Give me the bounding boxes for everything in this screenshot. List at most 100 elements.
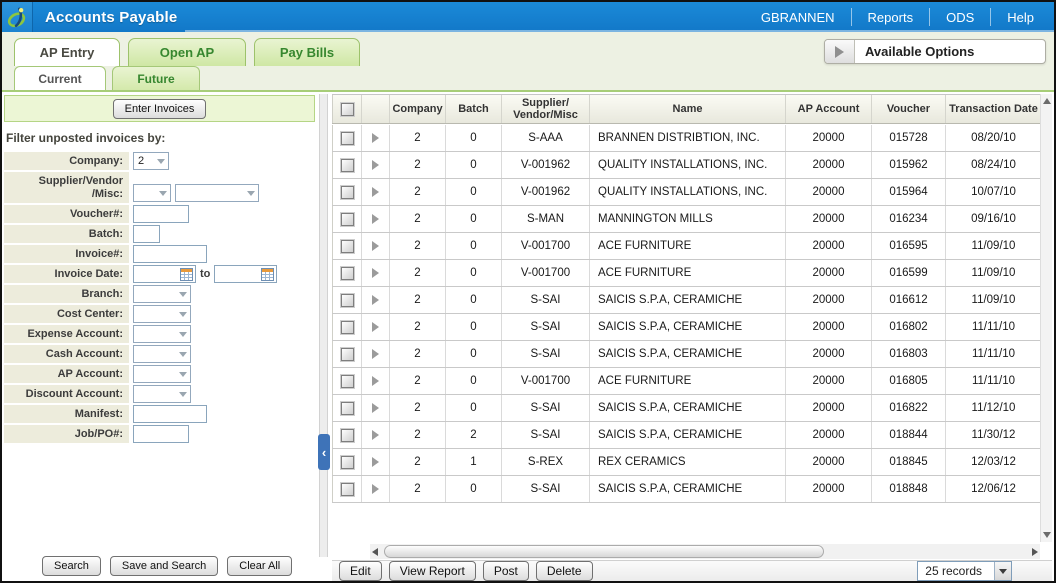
- cash-account-select[interactable]: [133, 345, 191, 363]
- view-report-button[interactable]: View Report: [389, 561, 476, 581]
- ap-account-select[interactable]: [133, 365, 191, 383]
- supplier-select[interactable]: [175, 184, 259, 202]
- panel-splitter[interactable]: ‹: [319, 94, 328, 557]
- available-options-button[interactable]: Available Options: [824, 39, 1046, 64]
- horizontal-scroll-thumb[interactable]: [384, 545, 824, 558]
- expand-row-icon[interactable]: [372, 160, 379, 170]
- collapse-panel-handle[interactable]: ‹: [318, 434, 330, 470]
- job-po-input[interactable]: [133, 425, 189, 443]
- row-checkbox[interactable]: [341, 348, 354, 361]
- expand-row-icon[interactable]: [372, 295, 379, 305]
- row-checkbox[interactable]: [341, 375, 354, 388]
- row-checkbox[interactable]: [341, 267, 354, 280]
- menu-item-user[interactable]: GBRANNEN: [745, 2, 851, 32]
- row-checkbox[interactable]: [341, 159, 354, 172]
- expand-row-icon[interactable]: [372, 376, 379, 386]
- manifest-input[interactable]: [133, 405, 207, 423]
- column-header-company[interactable]: Company: [390, 95, 446, 123]
- expand-row-icon[interactable]: [372, 322, 379, 332]
- discount-account-select[interactable]: [133, 385, 191, 403]
- expand-row-icon[interactable]: [372, 133, 379, 143]
- row-checkbox[interactable]: [341, 294, 354, 307]
- tab-ap-entry[interactable]: AP Entry: [14, 38, 120, 66]
- expand-row-icon[interactable]: [372, 214, 379, 224]
- row-checkbox[interactable]: [341, 213, 354, 226]
- scroll-up-icon[interactable]: [1043, 98, 1051, 104]
- row-checkbox[interactable]: [341, 186, 354, 199]
- tab-open-ap[interactable]: Open AP: [128, 38, 246, 66]
- scroll-left-icon[interactable]: [372, 548, 378, 556]
- cell-transaction-date: 11/12/10: [946, 395, 1042, 421]
- expand-row-icon[interactable]: [372, 403, 379, 413]
- expand-row-icon[interactable]: [372, 430, 379, 440]
- scroll-right-icon[interactable]: [1032, 548, 1038, 556]
- clear-all-button[interactable]: Clear All: [227, 556, 292, 576]
- select-all-checkbox[interactable]: [341, 103, 354, 116]
- row-checkbox[interactable]: [341, 240, 354, 253]
- column-header-supplier[interactable]: Supplier/ Vendor/Misc: [502, 95, 590, 123]
- play-icon: [835, 46, 844, 58]
- expand-row-icon[interactable]: [372, 484, 379, 494]
- cell-voucher: 016803: [872, 341, 946, 367]
- batch-label: Batch:: [4, 225, 129, 243]
- app-logo[interactable]: [2, 2, 33, 32]
- expand-row-icon[interactable]: [372, 187, 379, 197]
- subtab-future[interactable]: Future: [112, 66, 200, 90]
- edit-button[interactable]: Edit: [339, 561, 382, 581]
- row-checkbox[interactable]: [341, 456, 354, 469]
- menu-item-help[interactable]: Help: [991, 2, 1050, 32]
- search-button[interactable]: Search: [42, 556, 101, 576]
- table-row: 2 0 S-AAA BRANNEN DISTRIBTION, INC. 2000…: [332, 125, 1042, 152]
- column-header-transaction-date[interactable]: Transaction Date: [946, 95, 1042, 123]
- supplier-type-select[interactable]: [133, 184, 171, 202]
- enter-invoices-button[interactable]: Enter Invoices: [113, 99, 207, 119]
- cell-batch: 2: [446, 422, 502, 448]
- row-checkbox[interactable]: [341, 132, 354, 145]
- column-header-batch[interactable]: Batch: [446, 95, 502, 123]
- cell-voucher: 016805: [872, 368, 946, 394]
- expand-row-icon[interactable]: [372, 241, 379, 251]
- expand-row-icon[interactable]: [372, 349, 379, 359]
- row-checkbox[interactable]: [341, 483, 354, 496]
- row-checkbox[interactable]: [341, 402, 354, 415]
- cell-supplier: V-001962: [502, 152, 590, 178]
- row-checkbox[interactable]: [341, 321, 354, 334]
- subtab-current[interactable]: Current: [14, 66, 106, 90]
- invoice-input[interactable]: [133, 245, 207, 263]
- expense-account-select[interactable]: [133, 325, 191, 343]
- tab-pay-bills[interactable]: Pay Bills: [254, 38, 360, 66]
- vertical-scrollbar[interactable]: [1040, 94, 1052, 542]
- cell-ap-account: 20000: [786, 422, 872, 448]
- cell-batch: 0: [446, 233, 502, 259]
- calendar-icon[interactable]: [180, 268, 193, 281]
- voucher-input[interactable]: [133, 205, 189, 223]
- column-header-ap-account[interactable]: AP Account: [786, 95, 872, 123]
- cell-ap-account: 20000: [786, 476, 872, 502]
- calendar-icon[interactable]: [261, 268, 274, 281]
- expand-row-icon[interactable]: [372, 457, 379, 467]
- column-header-name[interactable]: Name: [590, 95, 786, 123]
- records-dropdown-button[interactable]: [994, 562, 1011, 580]
- horizontal-scrollbar[interactable]: [370, 544, 1040, 559]
- cost-center-select[interactable]: [133, 305, 191, 323]
- column-header-voucher[interactable]: Voucher: [872, 95, 946, 123]
- company-select[interactable]: 2: [133, 152, 169, 170]
- expand-row-icon[interactable]: [372, 268, 379, 278]
- save-and-search-button[interactable]: Save and Search: [110, 556, 218, 576]
- batch-input[interactable]: [133, 225, 160, 243]
- scroll-down-icon[interactable]: [1043, 532, 1051, 538]
- ap-account-label: AP Account:: [4, 365, 129, 383]
- post-button[interactable]: Post: [483, 561, 529, 581]
- cell-transaction-date: 10/07/10: [946, 179, 1042, 205]
- menu-item-reports[interactable]: Reports: [852, 2, 930, 32]
- menu-item-ods[interactable]: ODS: [930, 2, 990, 32]
- delete-button[interactable]: Delete: [536, 561, 593, 581]
- invoice-date-to-input[interactable]: [215, 267, 261, 281]
- available-options-expand[interactable]: [825, 40, 855, 63]
- cell-transaction-date: 11/09/10: [946, 260, 1042, 286]
- invoice-date-from-input[interactable]: [134, 267, 180, 281]
- records-per-page-select[interactable]: 25 records: [917, 561, 1012, 581]
- row-checkbox[interactable]: [341, 429, 354, 442]
- cell-voucher: 016802: [872, 314, 946, 340]
- branch-select[interactable]: [133, 285, 191, 303]
